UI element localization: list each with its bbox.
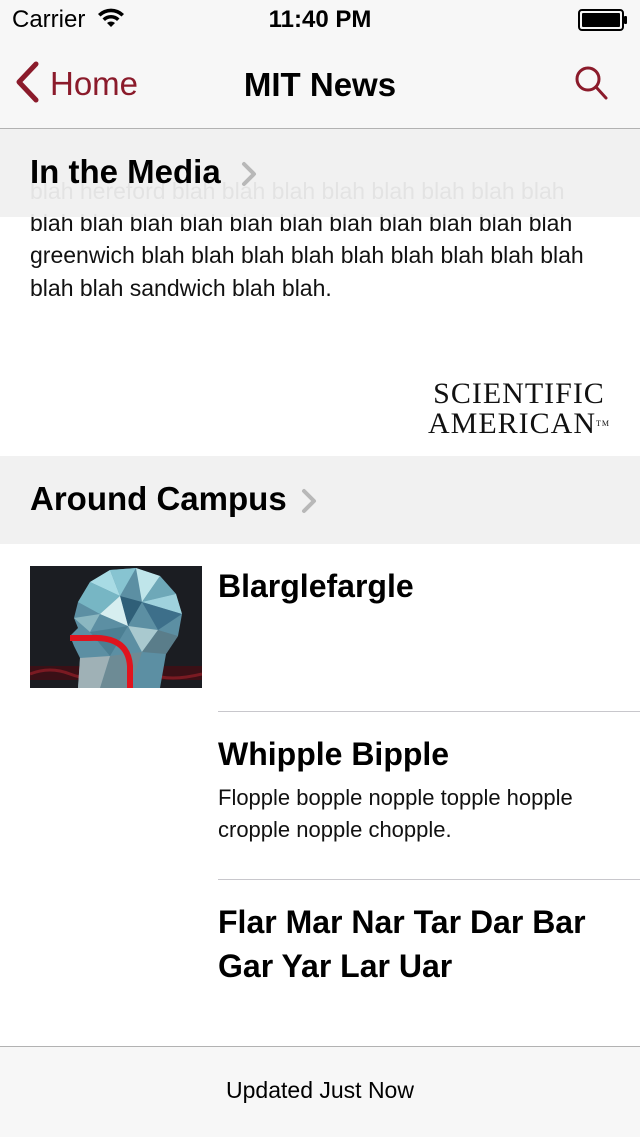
news-content[interactable]: In the Media blah hereford blah blah bla… — [0, 129, 640, 1046]
story-thumbnail — [30, 566, 202, 688]
story-title: Blarglefargle — [218, 568, 414, 604]
page-title: MIT News — [243, 66, 397, 103]
clock: 11:40 PM — [268, 6, 372, 33]
story-item[interactable]: Flar Mar Nar Tar Dar Bar Gar Yar Lar Uar — [0, 880, 640, 1046]
section-title: In the Media — [30, 153, 221, 190]
chevron-right-icon — [300, 488, 318, 519]
chevron-right-icon — [240, 161, 258, 192]
story-title: Whipple Bipple — [218, 736, 450, 772]
logo-line-2: AMERICANTM — [427, 407, 610, 440]
battery-icon — [578, 9, 628, 36]
bottom-toolbar: Updated Just Now — [0, 1046, 640, 1137]
search-button[interactable] — [572, 64, 612, 104]
section-title: Around Campus — [30, 480, 287, 517]
status-bar: Carrier 11:40 PM — [0, 0, 640, 40]
story-title: Flar Mar Nar Tar Dar Bar Gar Yar Lar Uar — [218, 904, 586, 984]
search-icon — [572, 66, 612, 108]
around-campus-header[interactable]: Around Campus — [0, 456, 640, 544]
logo-line-1: SCIENTIFIC — [433, 377, 605, 410]
story-summary: Flopple bopple nopple topple hopple crop… — [218, 785, 573, 842]
scientific-american-logo: SCIENTIFIC AMERICANTM — [428, 379, 610, 439]
story-item[interactable]: Whipple Bipple Flopple bopple nopple top… — [0, 712, 640, 879]
story-item[interactable]: Blarglefargle — [0, 544, 640, 711]
in-the-media-header[interactable]: In the Media — [0, 129, 640, 217]
navigation-bar: Home MIT News — [0, 40, 640, 129]
update-status-label: Updated Just Now — [226, 1077, 414, 1103]
